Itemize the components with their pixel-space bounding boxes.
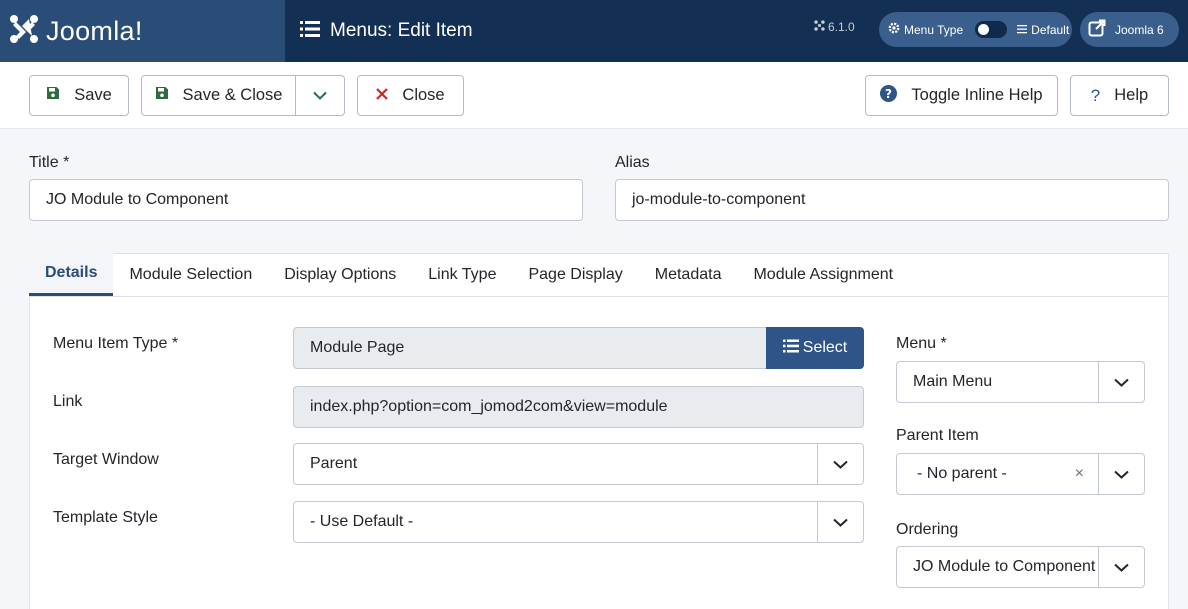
menu-type-value: Default: [1031, 22, 1070, 37]
version-info: 6.1.0: [814, 20, 855, 34]
tab-module-assignment[interactable]: Module Assignment: [737, 253, 909, 296]
target-window-value: Parent: [310, 455, 358, 472]
close-label: Close: [402, 86, 445, 104]
external-link-icon: [1088, 19, 1106, 40]
toggle-inline-help-button[interactable]: ? Toggle Inline Help: [865, 75, 1058, 116]
chevron-down-icon: [1098, 547, 1144, 587]
save-close-label: Save & Close: [182, 86, 283, 104]
menu-label: Menu *: [896, 335, 947, 352]
menu-item-type-label: Menu Item Type *: [53, 335, 179, 352]
menu-type-toggle[interactable]: [975, 21, 1008, 38]
view-site-link[interactable]: Joomla 6: [1080, 12, 1179, 47]
clear-icon[interactable]: ×: [1075, 465, 1084, 483]
save-close-button[interactable]: Save & Close: [141, 75, 296, 116]
parent-item-select[interactable]: - No parent - ×: [896, 453, 1145, 495]
alias-label: Alias: [615, 154, 650, 171]
parent-item-value: - No parent -: [917, 465, 1007, 482]
tab-details[interactable]: Details: [29, 253, 114, 296]
alias-input[interactable]: jo-module-to-component: [615, 179, 1169, 221]
help-button[interactable]: ? Help: [1070, 75, 1169, 116]
template-style-label: Template Style: [53, 509, 158, 526]
page-title-area: Menus: Edit Item: [300, 0, 473, 62]
target-window-select[interactable]: Parent: [293, 443, 864, 485]
menu-value: Main Menu: [913, 373, 993, 390]
title-input[interactable]: JO Module to Component: [29, 179, 583, 221]
list-icon: [782, 339, 799, 358]
list-icon: [300, 20, 320, 43]
close-button[interactable]: Close: [357, 75, 464, 116]
save-label: Save: [74, 86, 112, 104]
link-label: Link: [53, 393, 83, 410]
toolbar: Save Save & Close Close ? Toggle Inline …: [0, 62, 1188, 129]
help-label: Help: [1114, 86, 1149, 104]
template-style-value: - Use Default -: [310, 513, 414, 530]
ordering-value: JO Module to Component: [913, 558, 1096, 575]
site-label: Joomla 6: [1115, 22, 1164, 37]
chevron-down-icon: [817, 502, 863, 542]
title-label: Title *: [29, 154, 70, 171]
select-label: Select: [802, 339, 848, 356]
svg-text:?: ?: [885, 86, 892, 100]
menu-item-type-field: Module Page: [293, 327, 767, 369]
target-window-label: Target Window: [53, 451, 159, 468]
ordering-select[interactable]: JO Module to Component: [896, 546, 1145, 588]
hamburger-icon: [1017, 23, 1028, 37]
toggle-help-label: Toggle Inline Help: [911, 86, 1043, 104]
tab-page-display[interactable]: Page Display: [512, 253, 638, 296]
joomla-logo[interactable]: Joomla!: [0, 0, 285, 62]
question-circle-icon: ?: [880, 84, 898, 107]
close-icon: [376, 86, 389, 105]
save-icon: [46, 86, 60, 105]
joomla-logo-text: Joomla!: [46, 15, 143, 46]
tab-metadata[interactable]: Metadata: [639, 253, 738, 296]
chevron-down-icon: [1098, 362, 1144, 402]
joomla-small-icon: [814, 20, 825, 34]
gear-icon: [888, 22, 900, 37]
ordering-label: Ordering: [896, 521, 959, 538]
tab-link-type[interactable]: Link Type: [412, 253, 512, 296]
save-button[interactable]: Save: [29, 75, 129, 116]
page-title: Menus: Edit Item: [330, 20, 473, 41]
save-options-dropdown[interactable]: [295, 75, 345, 116]
menu-select[interactable]: Main Menu: [896, 361, 1145, 403]
question-icon: ?: [1090, 85, 1101, 105]
version-number: 6.1.0: [828, 20, 855, 34]
menu-type-switch[interactable]: Menu Type Default: [879, 12, 1072, 47]
tab-bar: Details Module Selection Display Options…: [29, 253, 1169, 297]
save-icon: [155, 86, 169, 105]
template-style-select[interactable]: - Use Default -: [293, 501, 864, 543]
menu-type-label: Menu Type: [904, 22, 964, 37]
tab-module-selection[interactable]: Module Selection: [113, 253, 268, 296]
joomla-logo-icon: [8, 13, 40, 50]
tab-display-options[interactable]: Display Options: [268, 253, 412, 296]
parent-item-label: Parent Item: [896, 427, 979, 444]
top-header: Joomla! Menus: Edit Item 6.1.0 Menu Type: [0, 0, 1188, 62]
chevron-down-icon: [313, 86, 327, 105]
chevron-down-icon: [1098, 454, 1144, 494]
chevron-down-icon: [817, 444, 863, 484]
select-type-button[interactable]: Select: [766, 327, 864, 369]
link-field: index.php?option=com_jomod2com&view=modu…: [293, 386, 864, 428]
